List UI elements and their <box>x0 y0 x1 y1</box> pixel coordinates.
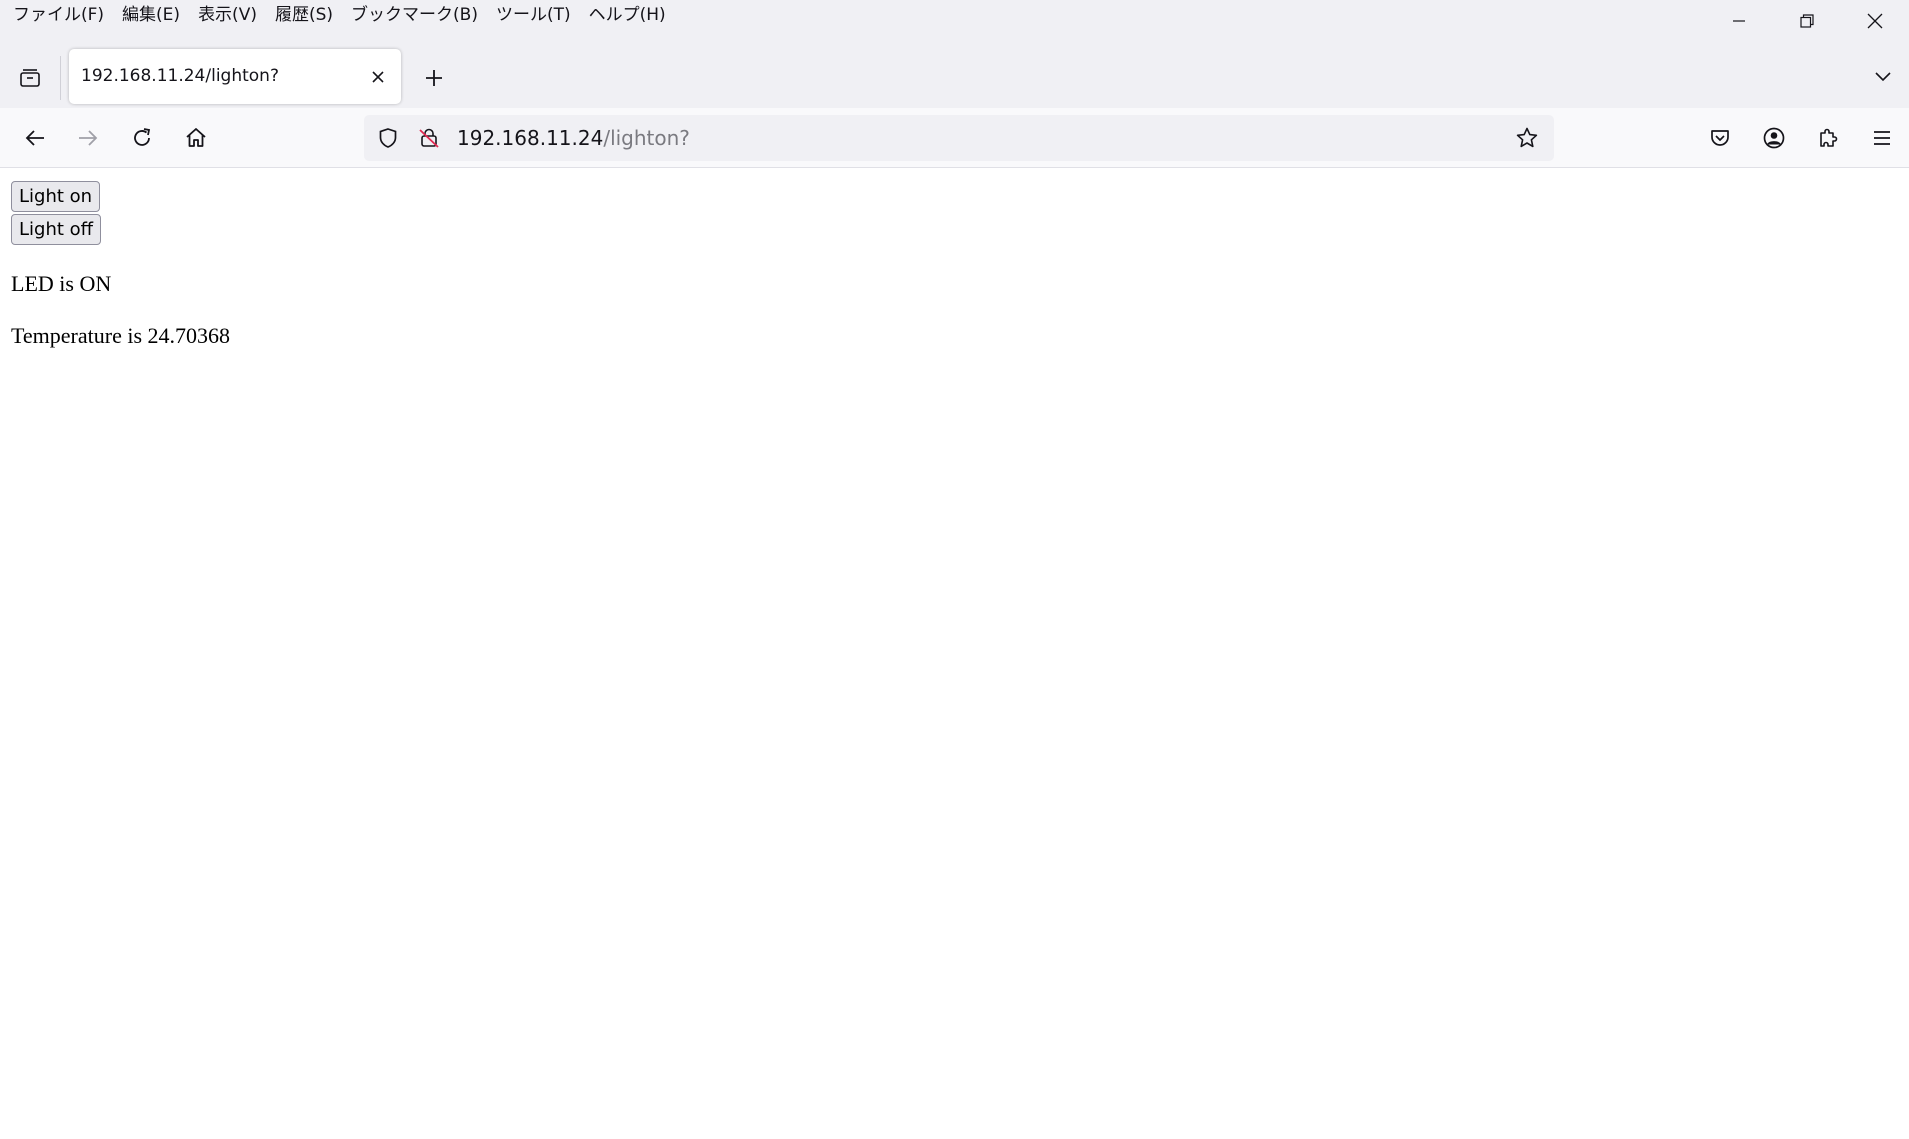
hamburger-menu-icon <box>1874 131 1890 145</box>
chevron-down-icon <box>1875 72 1891 82</box>
reload-icon <box>134 128 151 146</box>
site-info-button[interactable] <box>414 123 444 153</box>
menu-bar: ファイル(F) 編集(E) 表示(V) 履歴(S) ブックマーク(B) ツール(… <box>0 0 675 30</box>
bookmark-button[interactable] <box>1512 123 1542 153</box>
close-tab-button[interactable] <box>363 62 393 92</box>
minimize-button[interactable] <box>1705 0 1773 42</box>
restore-icon <box>1800 14 1814 28</box>
forward-arrow-icon <box>79 130 98 146</box>
pocket-icon <box>1711 130 1729 146</box>
menu-history[interactable]: 履歴(S) <box>266 0 342 30</box>
restore-button[interactable] <box>1773 0 1841 42</box>
close-window-button[interactable] <box>1841 0 1909 42</box>
menu-bookmarks[interactable]: ブックマーク(B) <box>342 0 487 30</box>
minimize-icon <box>1733 20 1745 22</box>
pocket-button[interactable] <box>1699 117 1741 159</box>
reload-button[interactable] <box>121 117 163 159</box>
url-host: 192.168.11.24 <box>457 126 604 150</box>
led-status-text: LED is ON <box>11 271 112 296</box>
back-arrow-icon <box>25 130 44 146</box>
menu-tools[interactable]: ツール(T) <box>487 0 580 30</box>
tracking-protection-button[interactable] <box>373 123 403 153</box>
insecure-lock-icon <box>419 128 439 148</box>
browser-window: ファイル(F) 編集(E) 表示(V) 履歴(S) ブックマーク(B) ツール(… <box>0 0 1909 1139</box>
close-icon <box>372 71 384 83</box>
shield-icon <box>379 128 397 148</box>
plus-icon <box>426 70 442 86</box>
tab-separator <box>60 56 61 100</box>
menu-view[interactable]: 表示(V) <box>189 0 266 30</box>
home-icon <box>186 128 206 147</box>
url-bar[interactable]: 192.168.11.24/lighton? <box>364 115 1554 161</box>
star-icon <box>1516 127 1538 148</box>
close-icon <box>1867 13 1883 29</box>
menu-help[interactable]: ヘルプ(H) <box>580 0 675 30</box>
puzzle-icon <box>1820 128 1838 147</box>
back-button[interactable] <box>14 117 56 159</box>
app-menu-button[interactable] <box>1861 117 1903 159</box>
menu-edit[interactable]: 編集(E) <box>113 0 189 30</box>
nav-toolbar: 192.168.11.24/lighton? <box>0 108 1909 168</box>
account-icon <box>1763 127 1785 149</box>
url-path: /lighton? <box>603 126 690 150</box>
page-content: Light on Light off LED is ON Temperature… <box>0 169 1909 1139</box>
extensions-button[interactable] <box>1807 117 1849 159</box>
tab-active[interactable]: 192.168.11.24/lighton? <box>69 49 401 104</box>
light-off-button[interactable]: Light off <box>11 214 102 245</box>
tab-list-button[interactable] <box>10 58 50 98</box>
home-button[interactable] <box>175 117 217 159</box>
light-on-button[interactable]: Light on <box>11 181 101 212</box>
temperature-text: Temperature is 24.70368 <box>11 323 231 348</box>
tab-strip: 192.168.11.24/lighton? <box>0 46 1909 108</box>
url-text: 192.168.11.24/lighton? <box>457 115 690 161</box>
tab-title: 192.168.11.24/lighton? <box>81 66 279 86</box>
title-bar: ファイル(F) 編集(E) 表示(V) 履歴(S) ブックマーク(B) ツール(… <box>0 0 1909 46</box>
account-button[interactable] <box>1753 117 1795 159</box>
tab-list-icon <box>20 69 40 87</box>
forward-button[interactable] <box>67 117 109 159</box>
tab-overflow-button[interactable] <box>1863 56 1903 96</box>
window-controls <box>1705 0 1909 42</box>
new-tab-button[interactable] <box>414 58 454 98</box>
menu-file[interactable]: ファイル(F) <box>4 0 113 30</box>
